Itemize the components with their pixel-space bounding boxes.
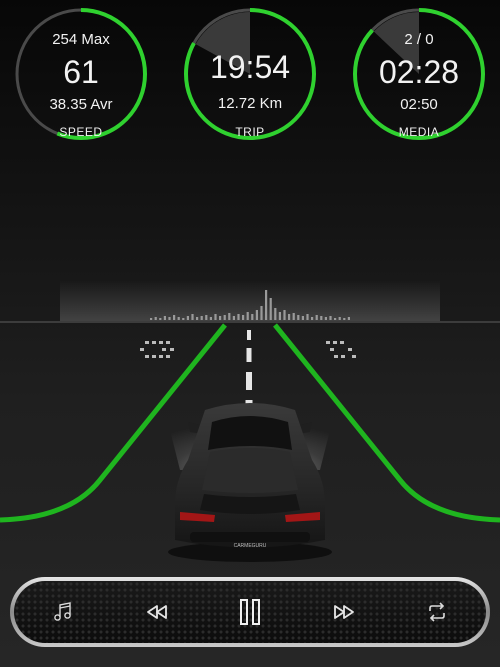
equalizer-bar (343, 318, 346, 320)
equalizer-bar (292, 313, 295, 320)
equalizer-bar (246, 312, 249, 320)
pause-icon (240, 599, 260, 625)
equalizer-bar (324, 317, 327, 320)
equalizer-bar (269, 298, 272, 320)
equalizer-bar (223, 315, 226, 320)
rewind-icon (146, 605, 167, 619)
equalizer-bar (297, 315, 300, 320)
repeat-icon (429, 602, 445, 622)
media-track-index: 2 / 0 (404, 31, 434, 48)
music-note-icon (54, 602, 71, 621)
car-dashboard-screen: 254 Max 61 38.35 Avr SPEED 19:54 12.72 K… (0, 0, 500, 667)
equalizer-bar (306, 314, 309, 320)
equalizer-bar (232, 316, 235, 320)
equalizer-bar (329, 316, 332, 320)
equalizer-bar (219, 316, 222, 320)
repeat-button[interactable] (414, 589, 460, 635)
equalizer-bar (177, 317, 180, 320)
media-elapsed-time: 02:28 (378, 54, 460, 90)
equalizer-bar (168, 317, 171, 320)
playlist-button[interactable] (40, 589, 86, 635)
media-control-panel (14, 581, 486, 643)
right-roadside-marker (326, 341, 356, 358)
equalizer-bar (237, 314, 240, 320)
road-scene: CARMEGURU (0, 160, 500, 570)
speed-current-value: 61 (63, 54, 99, 90)
media-gauge[interactable]: 2 / 0 02:28 02:50 MEDIA (352, 7, 486, 141)
trip-distance-value: 12.72 Km (217, 95, 283, 112)
equalizer-bar (288, 314, 291, 320)
equalizer-bar (265, 290, 268, 320)
horizon-glow (60, 280, 440, 322)
media-duration: 02:50 (400, 96, 438, 113)
media-caption: MEDIA (398, 125, 440, 139)
trip-time-value: 19:54 (209, 49, 291, 85)
equalizer-bar (320, 316, 323, 320)
equalizer-bar (315, 315, 318, 320)
speed-gauge[interactable]: 254 Max 61 38.35 Avr SPEED (14, 7, 148, 141)
equalizer-bar (209, 317, 212, 320)
equalizer-bar (205, 315, 208, 320)
left-roadside-marker (140, 341, 174, 358)
horizon-line (0, 321, 500, 323)
media-control-bar (10, 577, 490, 647)
trip-caption: TRIP (235, 125, 265, 139)
speed-max-label: 254 Max (52, 31, 110, 48)
equalizer-bar (150, 318, 153, 320)
equalizer-bar (200, 316, 203, 320)
equalizer-bar (311, 317, 314, 320)
equalizer-bar (196, 317, 199, 320)
fast-forward-icon (333, 605, 354, 619)
equalizer-bar (338, 317, 341, 320)
car-badge-text: CARMEGURU (234, 543, 267, 549)
equalizer-bar (260, 306, 263, 320)
equalizer-bar (255, 310, 258, 320)
road-illustration: CARMEGURU (0, 280, 500, 562)
car-illustration: CARMEGURU (168, 403, 332, 562)
equalizer-bar (242, 315, 245, 320)
equalizer-bar (228, 313, 231, 320)
speed-caption: SPEED (59, 125, 103, 139)
equalizer-bar (214, 314, 217, 320)
equalizer-bar (154, 317, 157, 320)
equalizer-bar (163, 316, 166, 320)
equalizer-bar (278, 312, 281, 320)
equalizer-bar (283, 310, 286, 320)
trip-gauge[interactable]: 19:54 12.72 Km TRIP (183, 7, 317, 141)
equalizer-bar (251, 314, 254, 320)
rewind-button[interactable] (134, 589, 180, 635)
equalizer-bar (301, 316, 304, 320)
play-pause-button[interactable] (227, 589, 273, 635)
equalizer-bar (274, 308, 277, 320)
fast-forward-button[interactable] (321, 589, 367, 635)
equalizer-bar (186, 316, 189, 320)
equalizer-bar (334, 318, 337, 320)
equalizer-bar (173, 315, 176, 320)
equalizer-bar (159, 318, 162, 320)
equalizer-bar (191, 314, 194, 320)
equalizer-bar (347, 317, 350, 320)
equalizer-bar (182, 318, 185, 320)
speed-average-label: 38.35 Avr (49, 96, 113, 113)
